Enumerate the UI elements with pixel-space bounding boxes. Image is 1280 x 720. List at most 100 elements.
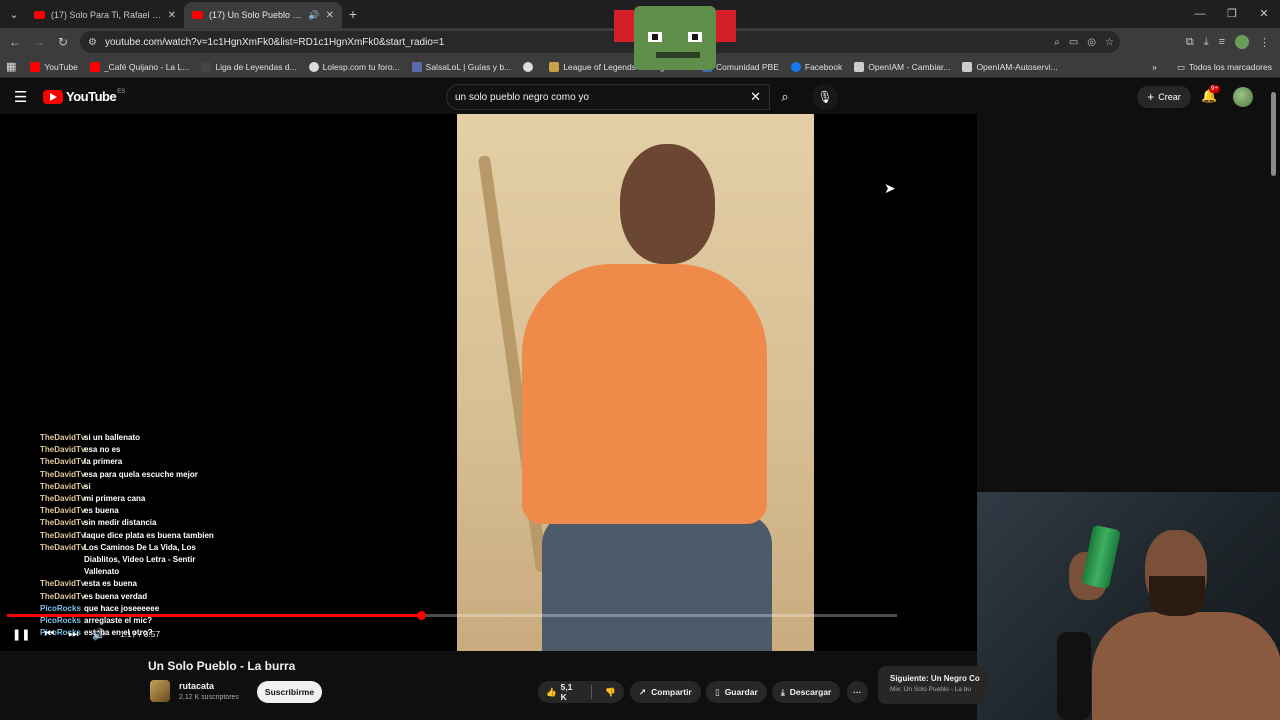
new-tab-button[interactable]: +: [342, 6, 364, 22]
screen: { "browser": { "tabs": [ {"title": "(17)…: [0, 0, 1280, 720]
chat-username: TheDavidTv: [40, 494, 86, 504]
minimize-icon[interactable]: —: [1184, 0, 1216, 28]
bookmark-label: YouTube: [44, 61, 78, 72]
chat-text: es buena verdad: [84, 591, 148, 601]
save-button[interactable]: ▯ Guardar: [706, 681, 767, 703]
zoom-icon[interactable]: ⌕: [1054, 37, 1060, 48]
chat-username: TheDavidTv: [40, 433, 86, 442]
channel-name[interactable]: rutacata: [179, 681, 214, 691]
page-scrollbar[interactable]: [1271, 92, 1276, 176]
bookmark-openiam-autoservi[interactable]: OpenIAM-Autoservi...: [962, 61, 1058, 72]
search-input[interactable]: un solo pueblo negro como yo ✕: [446, 84, 770, 110]
close-tab-icon[interactable]: ✕: [168, 10, 176, 21]
download-button[interactable]: ⤓ Descargar: [772, 681, 841, 703]
up-next-card[interactable]: Siguiente: Un Negro Co Mix: Un Solo Pueb…: [878, 666, 988, 704]
more-bookmarks-icon[interactable]: »: [1152, 62, 1157, 72]
back-icon[interactable]: ←: [3, 35, 27, 49]
search-icon: ⌕: [781, 89, 789, 104]
chat-username: TheDavidTv: [40, 445, 86, 455]
volume-icon[interactable]: 🔊: [92, 628, 106, 641]
clear-search-icon[interactable]: ✕: [750, 89, 761, 105]
close-tab-icon[interactable]: ✕: [326, 10, 334, 21]
tab-search-button[interactable]: ⌄: [2, 4, 26, 24]
next-icon[interactable]: ⏭: [68, 628, 78, 641]
bookmark-globe[interactable]: [523, 61, 537, 72]
menu-hamburger-icon[interactable]: ☰: [14, 88, 27, 106]
bookmarks-right: » ▭ Todos los marcadores: [1152, 56, 1272, 78]
chat-text: esta es buena: [84, 579, 137, 589]
chat-text: Vallenato: [84, 567, 120, 577]
bookmark-liga-leyendas[interactable]: Liga de Leyendas d...: [201, 61, 297, 72]
more-actions-button[interactable]: ···: [847, 681, 868, 703]
logo-text: YouTube: [66, 89, 117, 104]
chat-message: TheDavidTv esa para quela escuche mejor: [40, 469, 260, 481]
voice-search-button[interactable]: 🎙: [812, 84, 838, 110]
close-window-icon[interactable]: ✕: [1248, 0, 1280, 28]
chat-text: si un ballenato: [84, 433, 141, 442]
bookmark-star-icon[interactable]: ☆: [1105, 37, 1114, 48]
bookmark-label: OpenIAM-Autoservi...: [976, 61, 1058, 72]
url-field[interactable]: ⚙ youtube.com/watch?v=1c1HgnXmFk0&list=R…: [80, 31, 1120, 53]
previous-icon[interactable]: ⏮: [44, 628, 54, 641]
bookmark-label: Facebook: [804, 61, 843, 72]
folder-icon: ▭: [1176, 61, 1185, 72]
notification-badge: 9+: [1209, 85, 1220, 93]
like-button[interactable]: 👍 5,1 K: [538, 681, 586, 703]
chat-username: TheDavidTv: [40, 469, 86, 479]
webcam-overlay: [977, 492, 1280, 720]
cast-icon[interactable]: ▭: [1069, 37, 1078, 48]
bookmark-cafe-quijano[interactable]: _Café Quijano - La L...: [89, 61, 189, 72]
search-button[interactable]: ⌕: [770, 84, 800, 110]
bookmark-lolesp[interactable]: Lolesp.com tu foro...: [308, 61, 400, 72]
bookmark-openiam-cambiar[interactable]: OpenIAM - Cambiar...: [854, 61, 950, 72]
chat-username: TheDavidTv: [40, 542, 86, 552]
media-control-icon[interactable]: ≡: [1219, 36, 1225, 48]
video-player[interactable]: TheDavidTv si un ballenato TheDavidTv esa n…: [0, 114, 977, 651]
eye-off-icon[interactable]: ◎: [1087, 37, 1096, 48]
chat-username: [40, 566, 84, 578]
restore-icon[interactable]: ❐: [1216, 0, 1248, 28]
extensions-icon[interactable]: ⧉: [1186, 36, 1194, 49]
bookmark-facebook[interactable]: Facebook: [790, 61, 843, 72]
share-button[interactable]: ↗ Compartir: [630, 681, 701, 703]
channel-avatar[interactable]: [150, 680, 170, 702]
tab-un-solo-pueblo[interactable]: (17) Un Solo Pueblo - La burra 🔊 ✕: [184, 2, 342, 28]
dislike-button[interactable]: 👎: [597, 681, 624, 703]
bookmark-youtube[interactable]: YouTube: [30, 61, 78, 72]
plus-icon: +: [1147, 90, 1155, 104]
profile-avatar[interactable]: [1235, 35, 1249, 49]
bookmark-salsalol[interactable]: SalsaLoL | Guías y b...: [411, 61, 511, 72]
download-icon[interactable]: ⤓: [1204, 36, 1209, 49]
pause-icon[interactable]: ❚❚: [12, 628, 30, 641]
player-controls: ❚❚ ⏮ ⏭ 🔊 1:17 / 3:57: [12, 626, 160, 642]
chat-message: Diablitos, Video Letra - Sentir: [40, 554, 260, 566]
video-title: Un Solo Pueblo - La burra: [148, 659, 296, 673]
share-icon: ↗: [639, 686, 647, 697]
speaker-icon[interactable]: 🔊: [308, 10, 319, 21]
progress-bar[interactable]: [7, 611, 897, 620]
notifications-button[interactable]: 🔔 9+: [1201, 85, 1220, 104]
tab-solo-para-ti[interactable]: (17) Solo Para Ti, Rafael Orozco ✕: [26, 2, 184, 28]
reload-icon[interactable]: ↻: [51, 35, 75, 49]
progress-played: [7, 614, 421, 617]
chat-username: [40, 554, 84, 566]
like-dislike-group: 👍 5,1 K 👎: [538, 681, 624, 703]
site-info-icon[interactable]: ⚙: [88, 37, 97, 48]
all-bookmarks-link[interactable]: Todos los marcadores: [1189, 62, 1272, 72]
progress-scrubber[interactable]: [416, 611, 426, 620]
create-button[interactable]: + Crear: [1137, 86, 1191, 108]
youtube-logo[interactable]: YouTube ES: [43, 89, 125, 104]
thumbs-down-icon: 👎: [605, 686, 616, 697]
openiam-icon: [962, 61, 973, 72]
mouse-cursor-icon: ➤: [884, 180, 896, 196]
chat-message: TheDavidTv mi primera cana: [40, 493, 260, 505]
subscribe-button[interactable]: Suscribirme: [257, 681, 322, 703]
youtube-icon: [89, 61, 100, 72]
menu-icon[interactable]: ⋮: [1259, 36, 1270, 49]
apps-icon[interactable]: ▦: [6, 60, 16, 73]
toolbar-icons: ⧉ ⤓ ≡ ⋮: [1186, 31, 1270, 53]
forward-icon[interactable]: →: [27, 35, 51, 49]
download-label: Descargar: [789, 687, 832, 697]
account-avatar[interactable]: [1233, 87, 1253, 107]
chat-text: Los Caminos De La Vida, Los: [84, 542, 196, 552]
